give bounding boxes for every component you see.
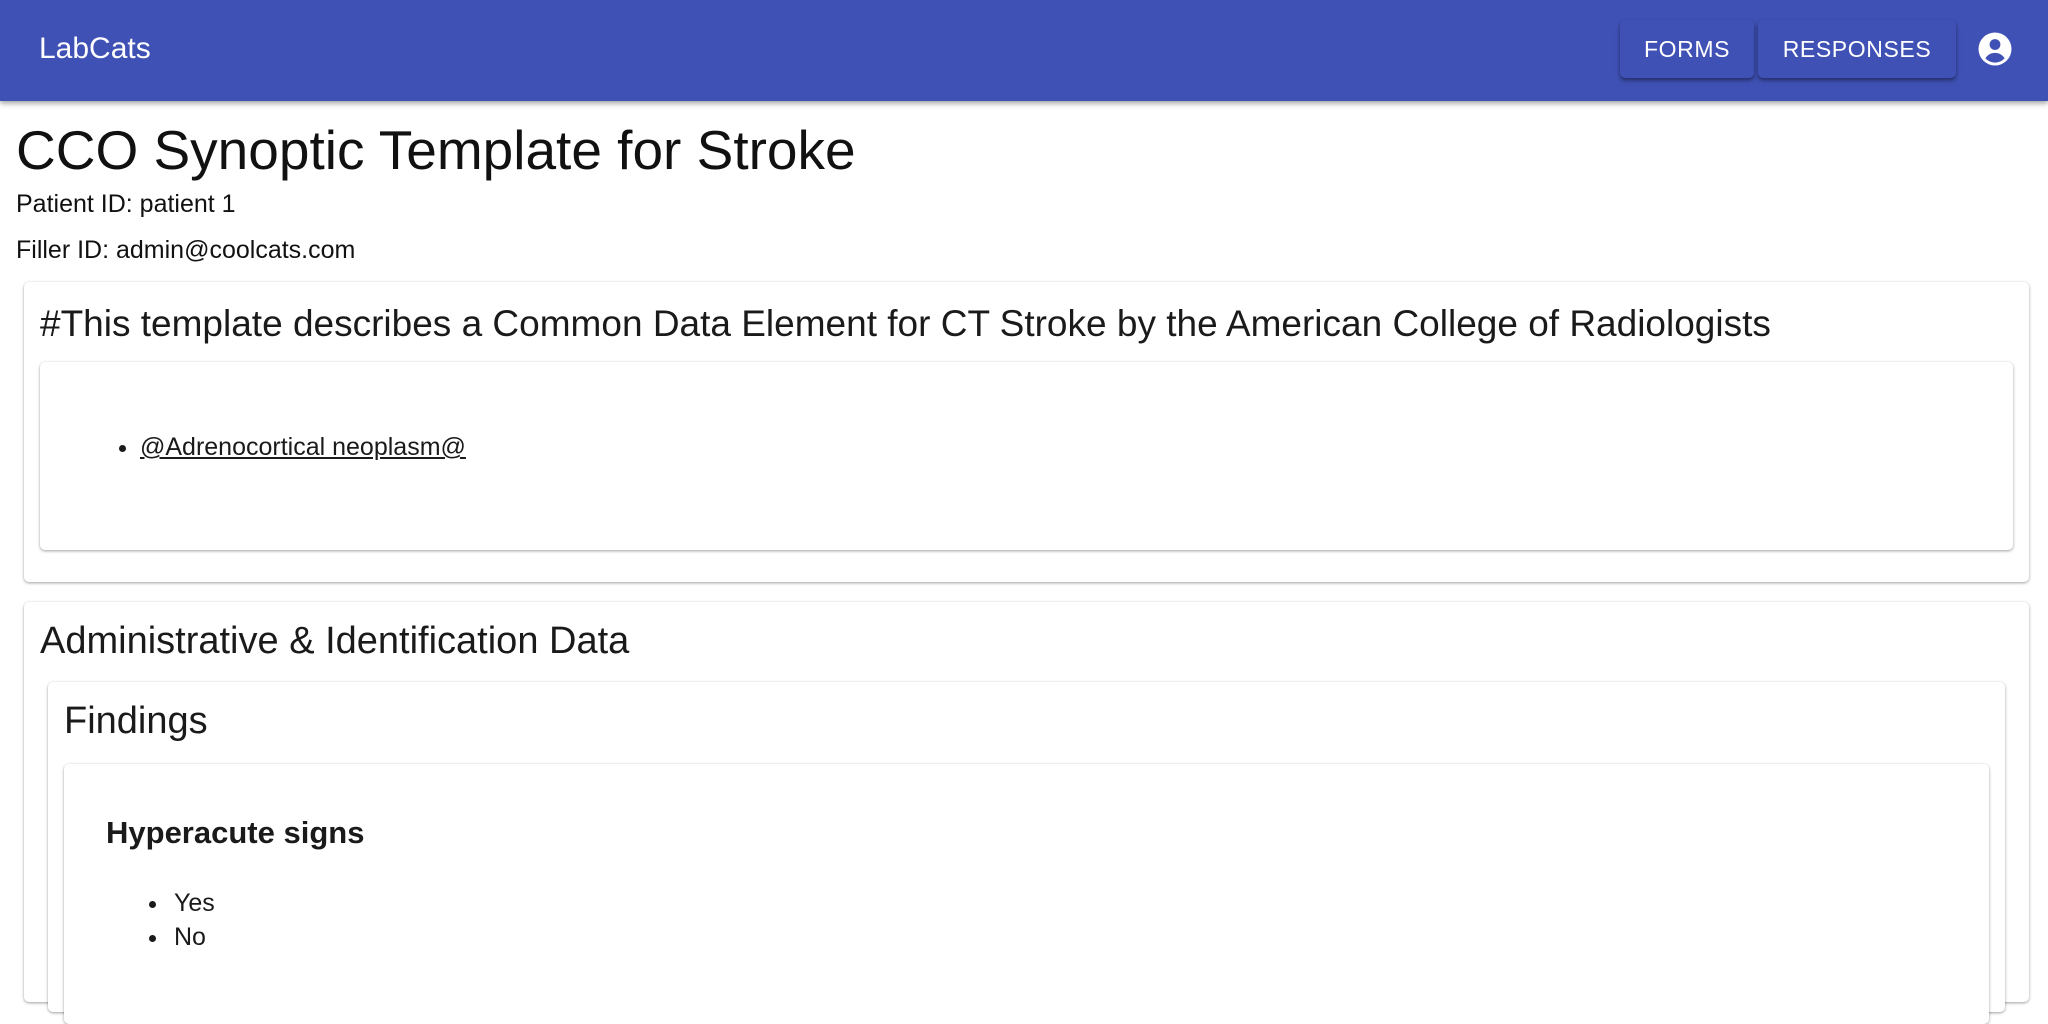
subsection-card: Findings Hyperacute signs Yes No (48, 682, 2005, 1024)
description-card: #This template describes a Common Data E… (24, 282, 2029, 582)
list-item: @Adrenocortical neoplasm@ (140, 432, 466, 462)
description-content: @Adrenocortical neoplasm@ (40, 362, 2013, 550)
section-title: Administrative & Identification Data (40, 620, 630, 662)
forms-button[interactable]: Forms (1620, 20, 1754, 78)
app-bar: LabCats Forms Responses (0, 0, 2048, 101)
reference-link[interactable]: @Adrenocortical neoplasm@ (140, 433, 466, 461)
reference-list: @Adrenocortical neoplasm@ (140, 432, 466, 462)
question-card: Hyperacute signs Yes No (64, 764, 1989, 1024)
subsection-title: Findings (64, 700, 208, 742)
question-options: Yes No (170, 886, 215, 954)
account-circle-icon[interactable] (1977, 31, 2013, 67)
section-card: Administrative & Identification Data Fin… (24, 602, 2029, 1024)
patient-id: Patient ID: patient 1 (16, 190, 236, 218)
option-yes[interactable]: Yes (170, 886, 215, 920)
description-title: #This template describes a Common Data E… (40, 303, 1771, 344)
responses-button[interactable]: Responses (1758, 20, 1956, 78)
filler-id: Filler ID: admin@coolcats.com (16, 236, 356, 264)
page-title: CCO Synoptic Template for Stroke (16, 119, 856, 181)
option-no[interactable]: No (170, 920, 215, 954)
question-title: Hyperacute signs (106, 815, 365, 850)
brand-title[interactable]: LabCats (39, 31, 151, 67)
